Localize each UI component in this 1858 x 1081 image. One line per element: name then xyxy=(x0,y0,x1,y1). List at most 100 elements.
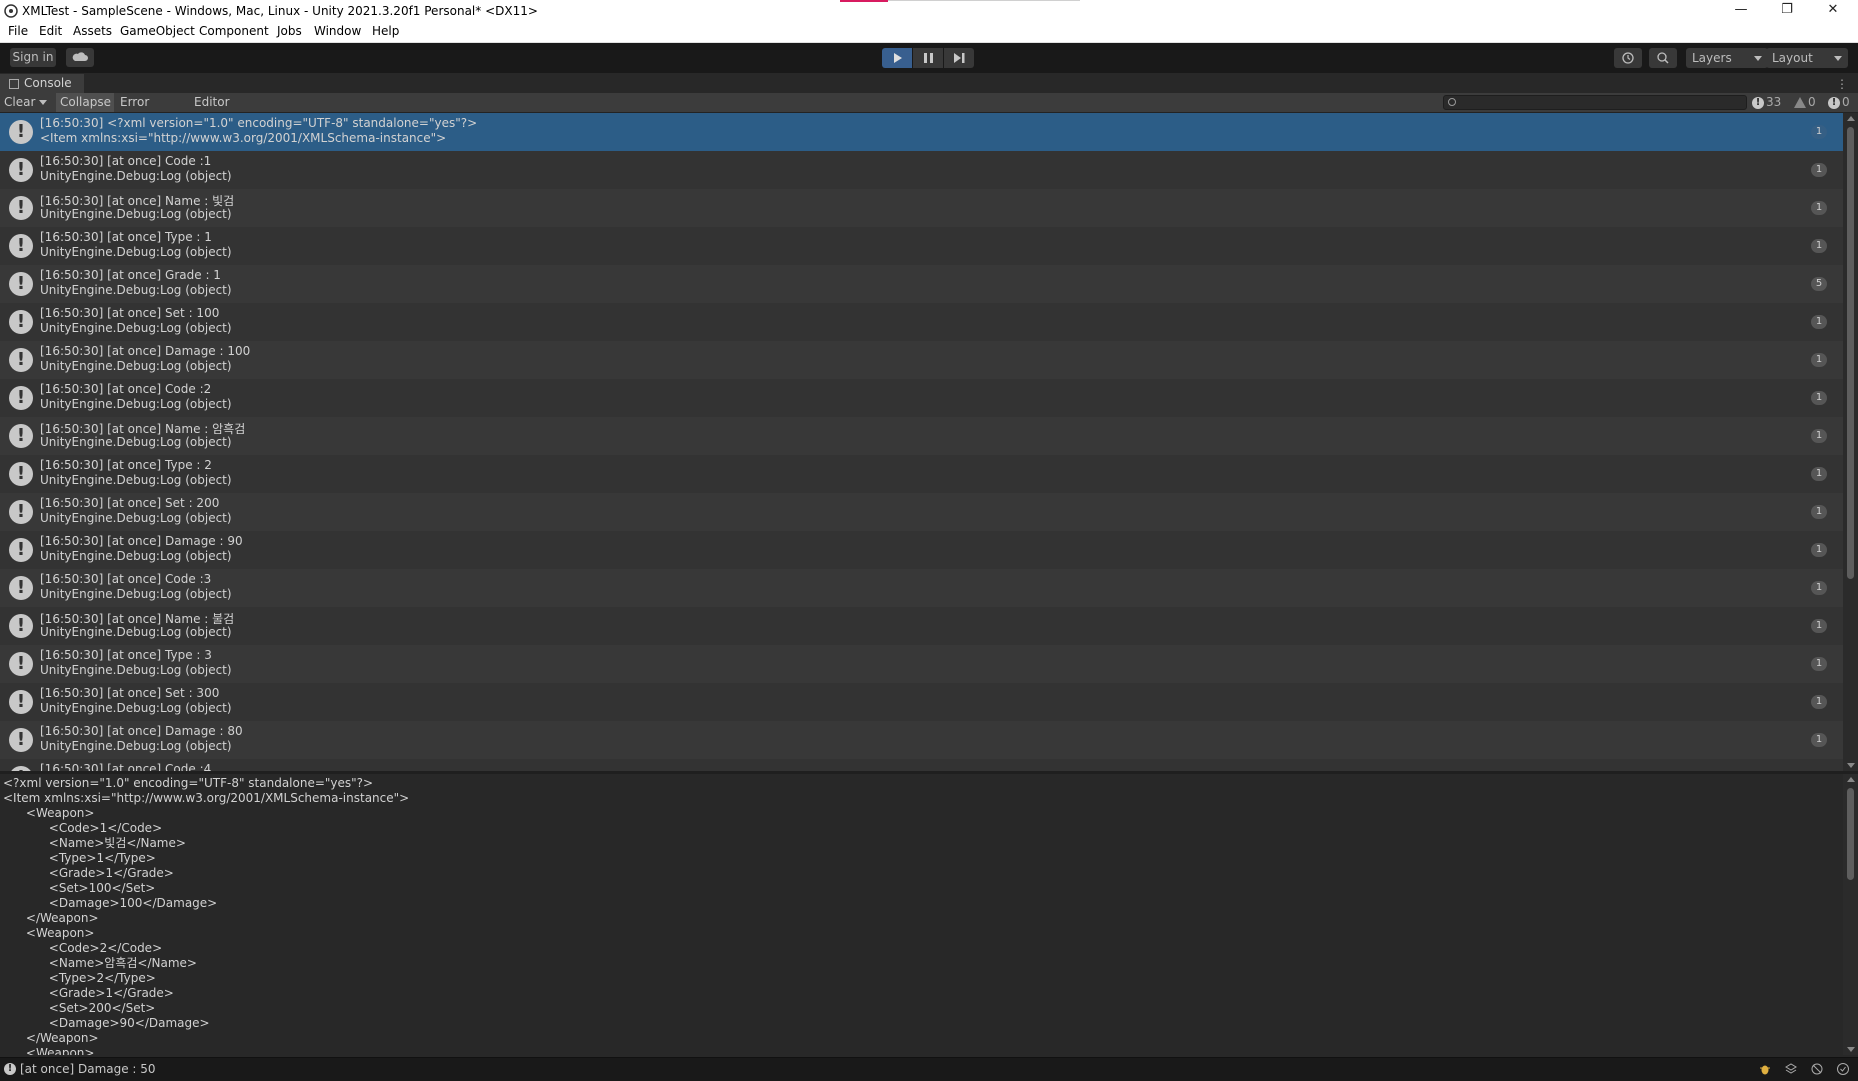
scroll-down-icon[interactable] xyxy=(1847,1047,1855,1052)
log-stacktrace: UnityEngine.Debug:Log (object) xyxy=(40,587,232,601)
close-button[interactable]: ✕ xyxy=(1810,0,1856,22)
log-stacktrace: UnityEngine.Debug:Log (object) xyxy=(40,473,232,487)
console-search-input[interactable] xyxy=(1443,95,1747,110)
menu-help[interactable]: Help xyxy=(372,24,399,38)
clear-label: Clear xyxy=(4,95,36,109)
title-accent-line-gray xyxy=(888,0,1080,1)
log-row[interactable]: ![16:50:30] [at once] Code :4 xyxy=(0,759,1843,771)
log-row[interactable]: ! [16:50:30] [at once] Damage : 100 UnityE… xyxy=(0,341,1843,379)
menu-edit[interactable]: Edit xyxy=(39,24,62,38)
chevron-down-icon[interactable] xyxy=(39,100,48,105)
menu-jobs[interactable]: Jobs xyxy=(277,24,302,38)
scrollbar-thumb[interactable] xyxy=(1847,127,1854,579)
log-stacktrace: UnityEngine.Debug:Log (object) xyxy=(40,359,232,373)
log-detail-pane[interactable]: <?xml version="1.0" encoding="UTF-8" sta… xyxy=(0,774,1843,1055)
search-button[interactable] xyxy=(1649,48,1677,68)
log-row[interactable]: ! [16:50:30] [at once] Set : 200 UnityEngi… xyxy=(0,493,1843,531)
error-count: 0 xyxy=(1842,95,1850,109)
menu-component[interactable]: Component xyxy=(199,24,269,38)
log-row[interactable]: ! [16:50:30] [at once] Set : 300 UnityEngi… xyxy=(0,683,1843,721)
status-message[interactable]: [at once] Damage : 50 xyxy=(20,1062,156,1076)
bug-icon[interactable] xyxy=(1758,1062,1772,1076)
log-row[interactable]: ! [16:50:30] [at once] Type : 3 UnityEngin… xyxy=(0,645,1843,683)
log-count-toggle[interactable]: ! 33 xyxy=(1752,94,1781,111)
cloud-icon xyxy=(72,52,88,61)
log-stacktrace: UnityEngine.Debug:Log (object) xyxy=(40,283,232,297)
log-row[interactable]: ! [16:50:30] [at once] Grade : 1 UnityEngi… xyxy=(0,265,1843,303)
scroll-up-icon[interactable] xyxy=(1847,777,1855,782)
menu-window[interactable]: Window xyxy=(314,24,361,38)
log-row[interactable]: ! [16:50:30] <?xml version="1.0" encoding… xyxy=(0,113,1843,151)
undo-history-button[interactable] xyxy=(1614,48,1642,68)
error-count-toggle[interactable]: ! 0 xyxy=(1828,94,1850,111)
info-icon: ! xyxy=(9,576,33,600)
warning-icon xyxy=(1794,97,1806,108)
log-message: [16:50:30] [at once] Grade : 1 xyxy=(40,268,221,282)
search-icon xyxy=(1657,52,1669,64)
log-row[interactable]: ! [16:50:30] [at once] Type : 2 UnityEngin… xyxy=(0,455,1843,493)
warning-count-toggle[interactable]: 0 xyxy=(1794,94,1816,111)
layers-dropdown[interactable]: Layers xyxy=(1686,48,1768,68)
log-count: 33 xyxy=(1766,95,1782,109)
log-list-scrollbar[interactable] xyxy=(1843,113,1858,771)
step-button[interactable] xyxy=(944,48,974,68)
sign-in-button[interactable]: Sign in xyxy=(10,48,56,67)
menu-gameobject[interactable]: GameObject xyxy=(120,24,195,38)
log-message: [16:50:30] [at once] Code :4 xyxy=(40,762,212,771)
scroll-down-icon[interactable] xyxy=(1847,763,1855,768)
log-count-badge: 1 xyxy=(1811,201,1827,215)
menu-assets[interactable]: Assets xyxy=(73,24,112,38)
log-row[interactable]: ! [16:50:30] [at once] Name : 불검 UnityEngi… xyxy=(0,607,1843,645)
log-message: [16:50:30] [at once] Code :1 xyxy=(40,154,212,168)
tab-console[interactable]: Console xyxy=(0,74,84,93)
log-stacktrace: UnityEngine.Debug:Log (object) xyxy=(40,435,232,449)
play-button[interactable] xyxy=(882,48,912,68)
log-row[interactable]: ! [16:50:30] [at once] Code :1 UnityEngine… xyxy=(0,151,1843,189)
log-row[interactable]: ! [16:50:30] [at once] Code :2 UnityEngine… xyxy=(0,379,1843,417)
log-row[interactable]: ! [16:50:30] [at once] Damage : 90 UnityEn… xyxy=(0,531,1843,569)
layers-stack-icon[interactable] xyxy=(1784,1062,1798,1076)
info-icon: ! xyxy=(9,272,33,296)
info-icon: ! xyxy=(9,196,33,220)
log-row[interactable]: ! [16:50:30] [at once] Code :3 UnityEngine… xyxy=(0,569,1843,607)
log-row[interactable]: ! [16:50:30] [at once] Set : 100 UnityEngi… xyxy=(0,303,1843,341)
log-count-badge: 1 xyxy=(1811,619,1827,633)
chevron-down-icon xyxy=(1834,56,1842,61)
scroll-up-icon[interactable] xyxy=(1847,116,1855,121)
log-count-badge: 5 xyxy=(1811,277,1827,291)
log-row[interactable]: ! [16:50:30] [at once] Type : 1 UnityEngin… xyxy=(0,227,1843,265)
console-log-list[interactable]: ! [16:50:30] <?xml version="1.0" encoding… xyxy=(0,113,1843,771)
info-icon: ! xyxy=(9,158,33,182)
warning-count: 0 xyxy=(1808,95,1816,109)
minimize-button[interactable]: — xyxy=(1718,0,1764,22)
cloud-button[interactable] xyxy=(66,48,94,67)
menu-file[interactable]: File xyxy=(8,24,28,38)
window-title: XMLTest - SampleScene - Windows, Mac, Li… xyxy=(22,4,538,18)
status-bar: ! [at once] Damage : 50 xyxy=(0,1057,1858,1081)
info-icon: ! xyxy=(9,614,33,638)
info-icon: ! xyxy=(9,120,33,144)
log-row[interactable]: ! [16:50:30] [at once] Damage : 80 UnityEn… xyxy=(0,721,1843,759)
collapse-toggle[interactable]: Collapse xyxy=(56,93,114,112)
log-stacktrace: UnityEngine.Debug:Log (object) xyxy=(40,321,232,335)
layout-label: Layout xyxy=(1772,51,1813,65)
pause-button[interactable] xyxy=(913,48,943,68)
scrollbar-thumb[interactable] xyxy=(1847,788,1854,880)
layout-dropdown[interactable]: Layout xyxy=(1766,48,1848,68)
editor-dropdown[interactable]: Editor xyxy=(190,93,238,124)
error-pause-toggle[interactable]: Error Pause xyxy=(116,93,190,128)
log-row[interactable]: ! [16:50:30] [at once] Name : 빛검 UnityEngi… xyxy=(0,189,1843,227)
more-options-icon[interactable]: ⋮ xyxy=(1836,77,1848,91)
log-message: [16:50:30] [at once] Set : 100 xyxy=(40,306,220,320)
restore-button[interactable]: ❐ xyxy=(1764,0,1810,22)
log-row[interactable]: ! [16:50:30] [at once] Name : 암흑검 UnityEng… xyxy=(0,417,1843,455)
info-icon: ! xyxy=(9,310,33,334)
log-count-badge: 1 xyxy=(1811,429,1827,443)
network-icon[interactable] xyxy=(1810,1062,1824,1076)
log-count-badge: 1 xyxy=(1811,239,1827,253)
clear-button[interactable]: Clear xyxy=(0,93,52,112)
check-icon[interactable] xyxy=(1836,1062,1850,1076)
log-count-badge: 1 xyxy=(1811,657,1827,671)
unity-logo-icon xyxy=(4,4,18,18)
detail-scrollbar[interactable] xyxy=(1843,774,1858,1055)
